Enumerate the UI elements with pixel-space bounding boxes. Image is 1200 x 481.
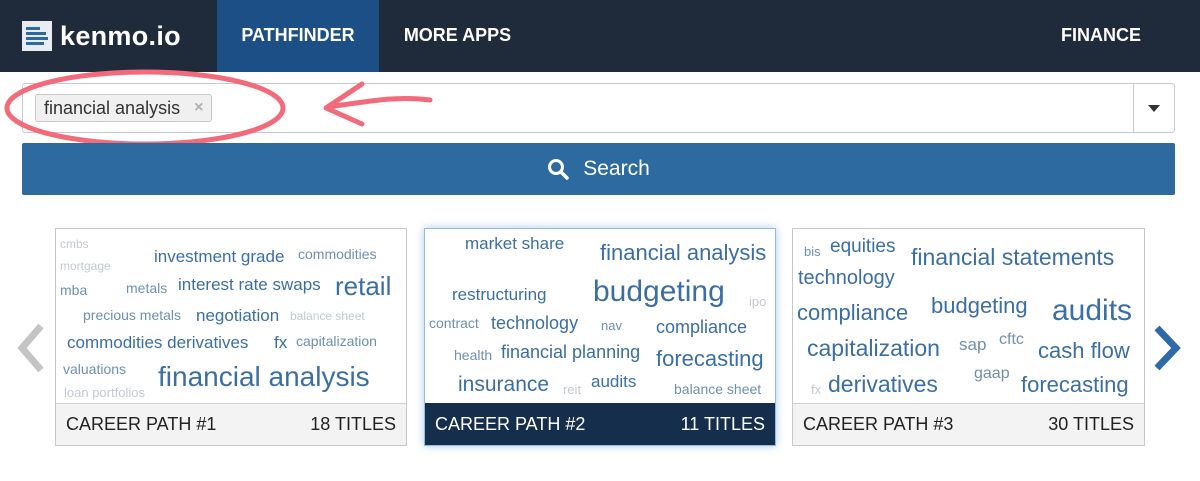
caret-down-icon bbox=[1148, 104, 1160, 112]
search-tag: financial analysis × bbox=[35, 94, 213, 122]
brand-name: kenmo.io bbox=[60, 20, 181, 51]
cloud-word: insurance bbox=[458, 373, 550, 396]
cloud-word: balance sheet bbox=[290, 309, 365, 323]
cloud-word: financial statements bbox=[911, 244, 1115, 270]
cloud-word: cftc bbox=[999, 331, 1024, 348]
top-navbar: kenmo.io PATHFINDER MORE APPS FINANCE bbox=[0, 0, 1200, 72]
cloud-word: equities bbox=[830, 236, 896, 257]
search-tag-label: financial analysis bbox=[44, 97, 181, 118]
cloud-word: cash flow bbox=[1038, 338, 1130, 363]
nav-pathfinder[interactable]: PATHFINDER bbox=[217, 0, 379, 72]
cloud-word: market share bbox=[465, 234, 565, 253]
cloud-word: financial analysis bbox=[158, 361, 370, 392]
logo-icon bbox=[22, 21, 52, 51]
card-title: CAREER PATH #2 bbox=[435, 413, 586, 434]
search-icon bbox=[548, 159, 569, 180]
card-title: CAREER PATH #1 bbox=[66, 414, 217, 434]
cloud-word: mortgage bbox=[60, 259, 111, 273]
card-title-count: 11 TITLES bbox=[680, 413, 765, 434]
cloud-word: technology bbox=[491, 313, 579, 333]
nav-more-apps[interactable]: MORE APPS bbox=[385, 0, 530, 72]
cloud-word: metals bbox=[126, 280, 168, 296]
cloud-word: capitalization bbox=[807, 335, 940, 361]
nav-finance[interactable]: FINANCE bbox=[1040, 0, 1162, 72]
cloud-word: interest rate swaps bbox=[178, 275, 321, 294]
card-footer: CAREER PATH #1 18 TITLES bbox=[56, 403, 406, 445]
cloud-word: retail bbox=[335, 271, 392, 301]
career-path-card-2[interactable]: market share financial analysis restruct… bbox=[424, 228, 776, 446]
chevron-left-icon[interactable] bbox=[14, 318, 48, 378]
cloud-word: commodities derivatives bbox=[67, 333, 249, 352]
career-path-card-3[interactable]: bis equities financial statements techno… bbox=[792, 228, 1145, 446]
cloud-word: mba bbox=[60, 282, 88, 298]
career-path-card-1[interactable]: cmbs mortgage investment grade commoditi… bbox=[55, 228, 407, 446]
word-cloud: market share financial analysis restruct… bbox=[425, 229, 775, 404]
cloud-word: cmbs bbox=[60, 237, 89, 251]
cloud-word: compliance bbox=[797, 300, 909, 325]
cloud-word: fx bbox=[274, 333, 288, 352]
card-footer: CAREER PATH #2 11 TITLES bbox=[425, 403, 775, 445]
cloud-word: audits bbox=[591, 372, 637, 391]
cloud-word: compliance bbox=[656, 317, 748, 337]
search-button-label: Search bbox=[583, 157, 650, 180]
cloud-word: budgeting bbox=[931, 293, 1028, 318]
cloud-word: capitalization bbox=[296, 333, 377, 349]
word-cloud: cmbs mortgage investment grade commoditi… bbox=[56, 229, 406, 404]
cloud-word: precious metals bbox=[83, 307, 182, 323]
word-cloud: bis equities financial statements techno… bbox=[793, 229, 1144, 404]
cloud-word: fx bbox=[811, 382, 822, 397]
cloud-word: financial analysis bbox=[600, 240, 767, 265]
search-button[interactable]: Search bbox=[22, 143, 1175, 195]
cloud-word: derivatives bbox=[828, 371, 938, 397]
cloud-word: budgeting bbox=[593, 275, 725, 308]
cloud-word: gaap bbox=[974, 365, 1010, 382]
cloud-word: reit bbox=[563, 382, 582, 397]
cloud-word: contract bbox=[429, 315, 479, 331]
card-title-count: 30 TITLES bbox=[1048, 414, 1134, 434]
card-footer: CAREER PATH #3 30 TITLES bbox=[793, 403, 1144, 445]
cloud-word: forecasting bbox=[656, 346, 764, 371]
cloud-word: bis bbox=[804, 244, 821, 259]
cloud-word: forecasting bbox=[1021, 372, 1129, 397]
cloud-word: commodities bbox=[298, 246, 377, 262]
cloud-word: investment grade bbox=[154, 247, 285, 266]
cloud-word: loan portfolios bbox=[64, 385, 145, 400]
cloud-word: ipo bbox=[749, 294, 767, 309]
cloud-word: balance sheet bbox=[674, 381, 762, 397]
cloud-word: sap bbox=[959, 335, 987, 354]
cloud-word: technology bbox=[798, 267, 895, 289]
brand-logo[interactable]: kenmo.io bbox=[22, 17, 181, 55]
card-title: CAREER PATH #3 bbox=[803, 414, 954, 434]
cloud-word: audits bbox=[1052, 294, 1133, 327]
chevron-right-icon[interactable] bbox=[1150, 318, 1184, 378]
dropdown-toggle[interactable] bbox=[1133, 84, 1174, 132]
cloud-word: valuations bbox=[63, 361, 127, 377]
close-icon[interactable]: × bbox=[194, 99, 203, 117]
cloud-word: nav bbox=[601, 318, 622, 333]
cloud-word: health bbox=[454, 347, 493, 363]
card-title-count: 18 TITLES bbox=[310, 414, 396, 434]
cloud-word: financial planning bbox=[501, 342, 641, 362]
search-tags-input[interactable]: financial analysis × bbox=[22, 83, 1175, 133]
cloud-word: restructuring bbox=[452, 285, 547, 304]
cloud-word: negotiation bbox=[196, 306, 280, 325]
